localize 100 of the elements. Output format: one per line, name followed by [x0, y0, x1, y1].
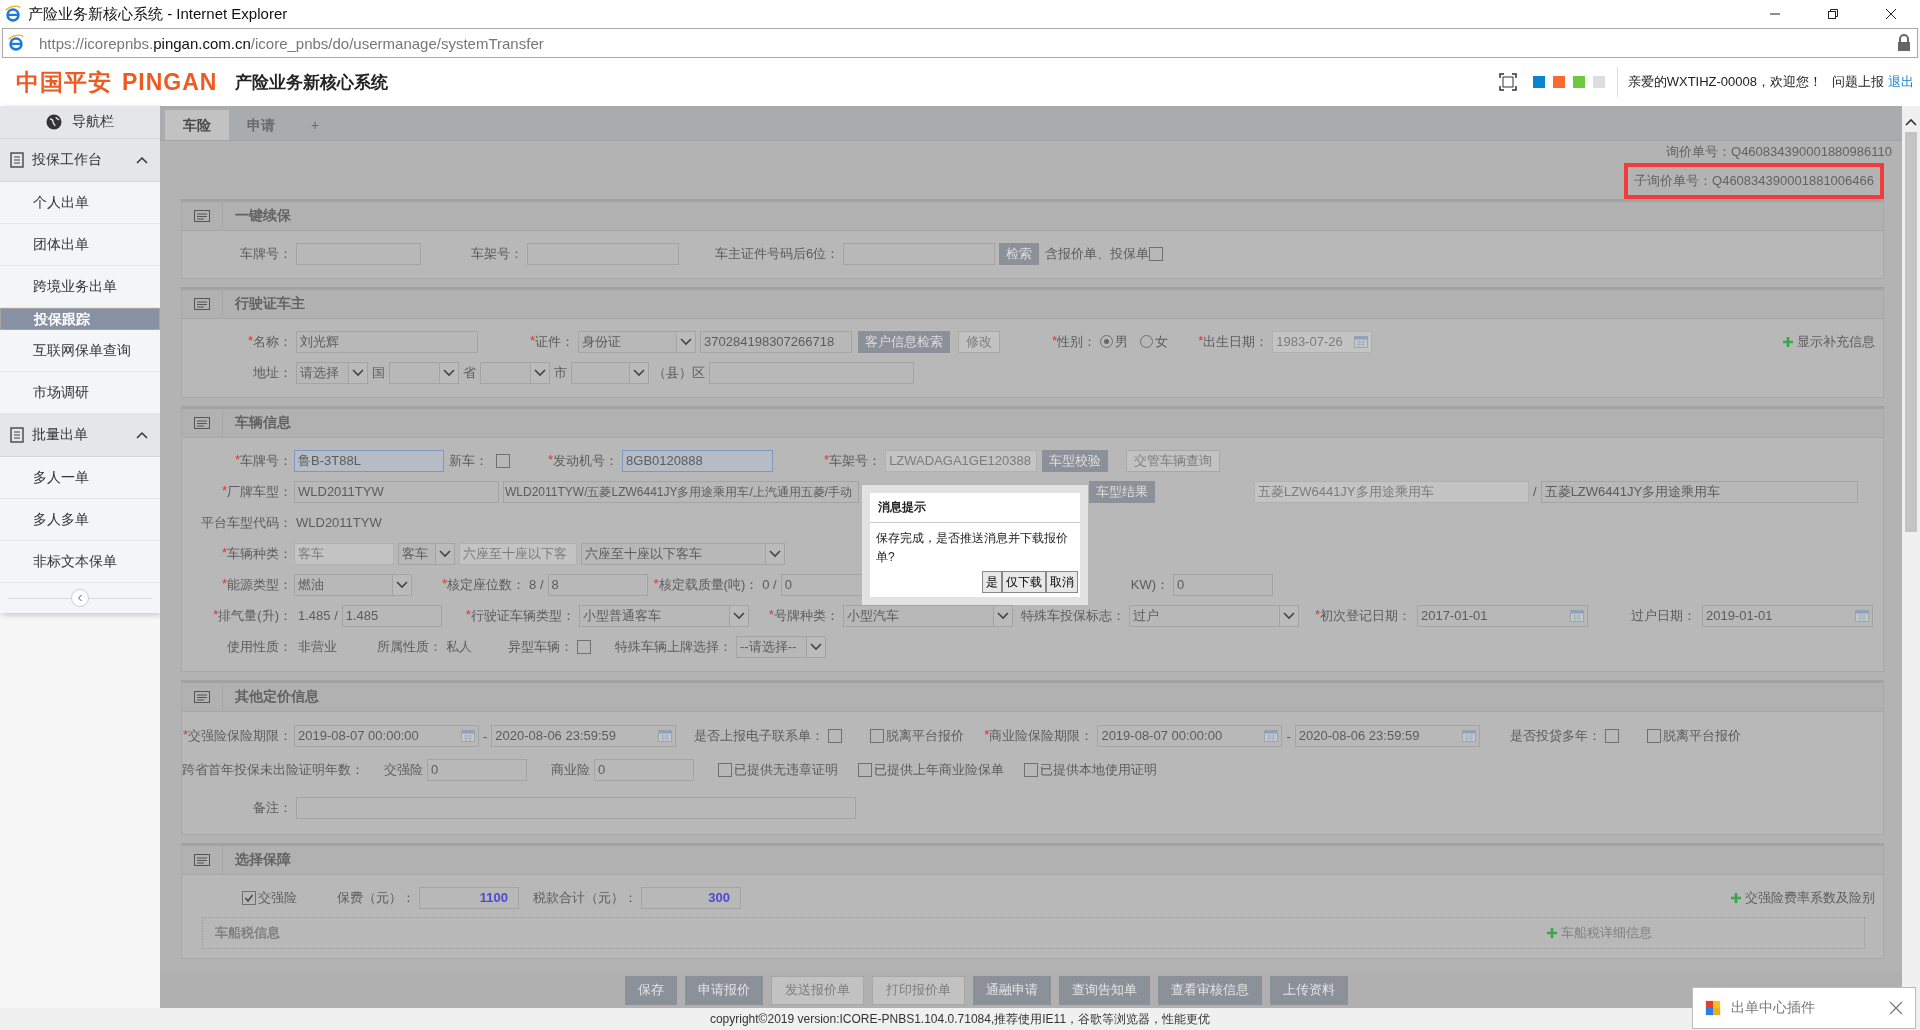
theme-swatch[interactable] [1552, 76, 1565, 88]
sidebar-item[interactable]: 多人多单 [0, 499, 160, 541]
dialog-button[interactable]: 是 [982, 571, 1002, 593]
select-field[interactable]: --请选择-- [736, 635, 826, 658]
checkbox[interactable] [828, 729, 843, 743]
select-field[interactable]: 身份证 [578, 330, 697, 353]
sidebar-item[interactable]: 团体出单 [0, 224, 160, 266]
select-field[interactable]: 六座至十座以下客车 [581, 542, 785, 565]
radio-button[interactable]: 女 [1140, 332, 1169, 351]
required-marker: * [182, 727, 188, 744]
dialog-button[interactable]: 取消 [1046, 571, 1078, 593]
logout-link[interactable]: 退出 [1888, 73, 1914, 91]
checkbox[interactable]: 已提供上年商业险保单 [858, 761, 1004, 779]
required-marker: * [1198, 332, 1204, 350]
form-button[interactable]: 车型结果 [1089, 480, 1155, 503]
date-field[interactable]: 2019-08-07 00:00:00 [1097, 725, 1283, 747]
select-field[interactable]: 请选择 [296, 361, 368, 384]
close-icon[interactable] [1889, 1001, 1903, 1015]
chevron-up-icon[interactable] [1905, 118, 1917, 126]
input-field[interactable]: WLD2011TYW/五菱LZW6441JY多用途乘用车/上汽通用五菱/手动 [503, 480, 859, 503]
sidebar-group[interactable]: 批量出单 [0, 414, 160, 457]
input-field[interactable]: 鲁B-3T88L [294, 449, 444, 472]
checkbox[interactable]: 已提供本地使用证明 [1024, 761, 1157, 779]
chevron-down-icon [443, 368, 455, 377]
input-field[interactable]: 五菱LZW6441JY多用途乘用车 [1540, 480, 1858, 503]
sidebar-item[interactable]: 个人出单 [0, 182, 160, 224]
sidebar-group[interactable]: 投保工作台 [0, 139, 160, 182]
sidebar-item[interactable]: 多人一单 [0, 457, 160, 499]
tab[interactable]: 车险 [165, 110, 229, 140]
scrollbar-thumb[interactable] [1905, 132, 1917, 532]
sidebar-item[interactable]: 跨境业务出单 [0, 266, 160, 308]
checkbox[interactable] [577, 639, 591, 654]
input-field[interactable]: 1.485 [341, 604, 442, 627]
date-field[interactable]: 2019-08-07 00:00:00 [294, 725, 479, 747]
calendar-icon[interactable] [1461, 730, 1476, 742]
sidebar-item[interactable]: 非标文本保单 [0, 541, 160, 583]
theme-swatch[interactable] [1572, 76, 1585, 88]
action-button[interactable]: 上传资料 [1269, 975, 1348, 1005]
calendar-icon[interactable] [461, 730, 475, 742]
amount-field[interactable]: 1100 [419, 886, 519, 909]
select-field[interactable] [389, 361, 459, 384]
collapse-button[interactable] [71, 589, 89, 607]
calendar-icon[interactable] [1264, 730, 1279, 742]
checkbox[interactable] [1604, 729, 1619, 743]
add-link[interactable]: 显示补充信息 [1782, 332, 1875, 351]
form-button[interactable]: 车型校验 [1042, 449, 1109, 472]
field-value: 省 [463, 363, 476, 382]
checkbox[interactable] [1149, 246, 1164, 261]
amount-field[interactable]: 300 [641, 886, 741, 909]
form-button[interactable]: 客户信息检索 [858, 330, 951, 353]
calendar-icon[interactable] [1569, 609, 1584, 622]
input-field[interactable]: 8GB0120888 [622, 449, 774, 472]
theme-swatch[interactable] [1592, 76, 1605, 88]
add-tab-button[interactable]: + [293, 110, 338, 140]
document-icon [10, 427, 24, 443]
input-field[interactable]: 刘光辉 [296, 330, 478, 353]
add-link[interactable]: 交强险费率系数及险别 [1730, 888, 1875, 907]
form-button[interactable]: 检索 [999, 242, 1040, 265]
checkbox[interactable]: 脱离平台报价 [1646, 727, 1741, 745]
date-field[interactable]: 2017-01-01 [1416, 604, 1588, 627]
radio-button[interactable]: 男 [1100, 332, 1129, 351]
checkbox[interactable]: 交强险 [242, 888, 297, 907]
scrollbar[interactable] [1902, 106, 1920, 1008]
sidebar-item[interactable]: 市场调研 [0, 372, 160, 414]
sidebar-item[interactable]: 互联网保单查询 [0, 330, 160, 372]
checkbox[interactable]: 已提供无违章证明 [718, 761, 838, 779]
sidebar-item[interactable]: 投保跟踪 [0, 308, 160, 330]
dialog-button[interactable]: 仅下载 [1002, 571, 1046, 593]
checkbox[interactable] [496, 453, 510, 468]
input-field[interactable]: 8 [547, 573, 648, 596]
input-field[interactable]: 0 [427, 759, 527, 781]
action-button[interactable]: 通融申请 [972, 975, 1051, 1005]
field-label: 车主证件号码后6位： [715, 244, 840, 263]
calendar-icon[interactable] [1854, 609, 1869, 622]
action-button[interactable]: 查看审核信息 [1157, 975, 1262, 1005]
report-link[interactable]: 问题上报 [1832, 73, 1884, 91]
select-field[interactable]: 过户 [1128, 604, 1299, 627]
checkbox[interactable]: 脱离平台报价 [870, 727, 965, 745]
action-button[interactable]: 查询告知单 [1058, 975, 1150, 1005]
select-field[interactable] [480, 361, 550, 384]
input-field[interactable]: WLD2011TYW [294, 480, 499, 503]
input-field[interactable]: 0 [1173, 573, 1273, 596]
fullscreen-icon[interactable] [1498, 73, 1517, 91]
action-button[interactable]: 保存 [624, 975, 677, 1005]
date-field[interactable]: 2020-08-06 23:59:59 [491, 725, 677, 747]
action-button[interactable]: 申请报价 [684, 975, 763, 1005]
date-field[interactable]: 2020-08-06 23:59:59 [1294, 725, 1480, 747]
select-field[interactable]: 客车 [398, 542, 455, 565]
url-field[interactable]: https://icorepnbs.pingan.com.cn/icore_pnbs/do/usermanage/systemTransfer [39, 34, 544, 52]
date-field[interactable]: 2019-01-01 [1701, 604, 1873, 627]
chevron-up-icon [136, 431, 148, 439]
select-field[interactable] [571, 361, 649, 384]
input-field[interactable]: 370284198307266718 [700, 330, 853, 353]
input-field[interactable]: 0 [594, 759, 694, 781]
theme-swatch[interactable] [1532, 76, 1545, 88]
select-field[interactable]: 燃油 [294, 573, 412, 596]
calendar-icon[interactable] [658, 730, 673, 742]
select-field[interactable]: 小型普通客车 [578, 604, 749, 627]
tab[interactable]: 申请 [229, 110, 293, 140]
select-field[interactable]: 小型汽车 [842, 604, 1013, 627]
